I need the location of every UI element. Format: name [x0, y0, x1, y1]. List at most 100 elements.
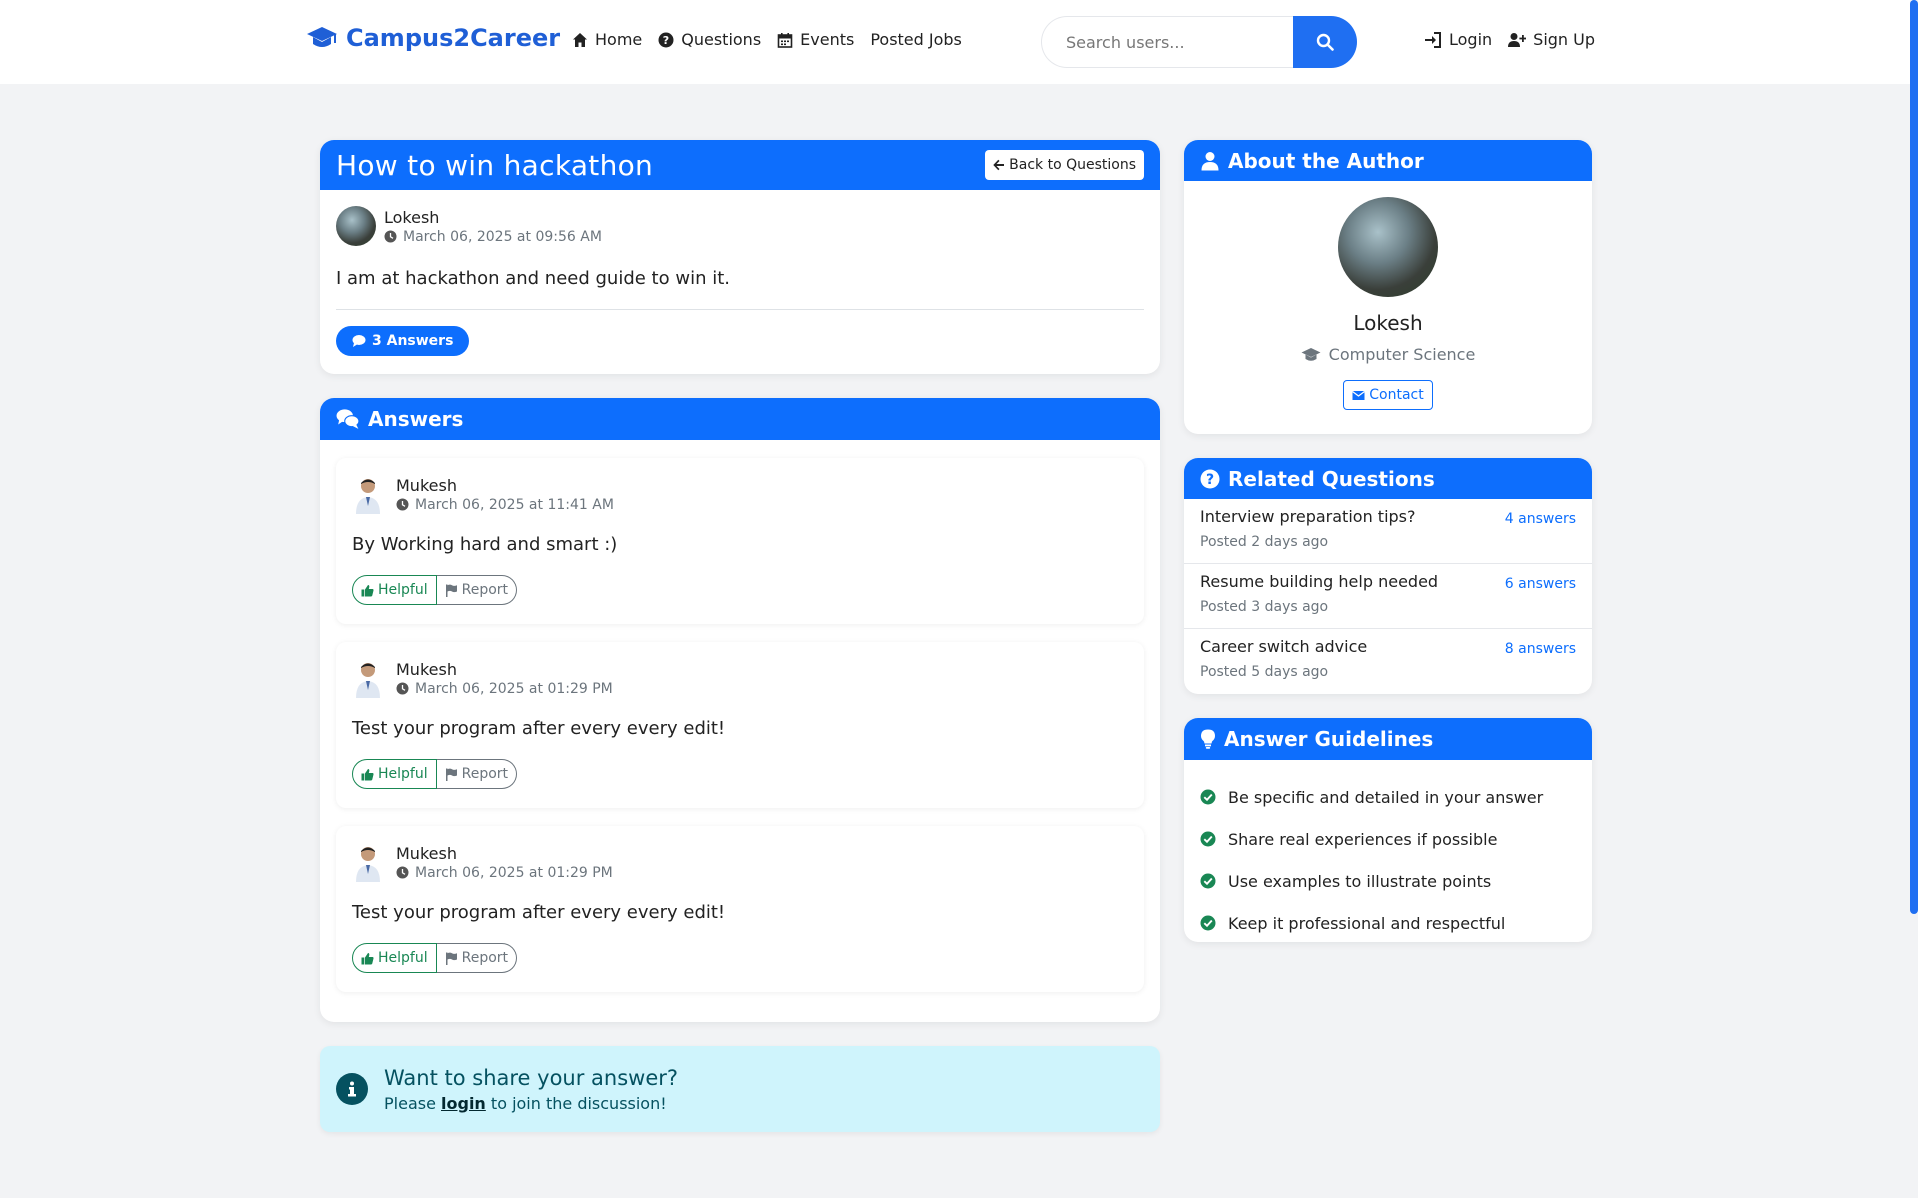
- search-input[interactable]: [1041, 16, 1293, 68]
- nav-home[interactable]: Home: [572, 30, 642, 49]
- clock-icon: [396, 682, 409, 695]
- brand-logo[interactable]: Campus2Career: [306, 24, 560, 52]
- nav-links: Home ? Questions Events Posted Jobs: [572, 30, 962, 49]
- avatar[interactable]: [352, 474, 384, 514]
- answer-count-label: 3 Answers: [372, 333, 454, 349]
- related-question-posted: Posted 2 days ago: [1200, 534, 1329, 550]
- search-button[interactable]: [1293, 16, 1357, 68]
- nav-questions[interactable]: ? Questions: [658, 30, 761, 49]
- user-photo-icon: [356, 847, 380, 882]
- auth-links: Login Sign Up: [1424, 30, 1595, 49]
- guideline-item: Share real experiences if possible: [1200, 818, 1576, 860]
- related-question-item[interactable]: Interview preparation tips? Posted 2 day…: [1184, 499, 1592, 564]
- login-label: Login: [1449, 30, 1493, 49]
- avatar[interactable]: [352, 658, 384, 698]
- related-question-posted: Posted 3 days ago: [1200, 599, 1329, 615]
- answer-item: Mukesh March 06, 2025 at 01:29 PM Test y…: [336, 826, 1144, 992]
- navbar: Campus2Career Home ? Questions Events Po…: [0, 0, 1910, 84]
- check-circle-icon: [1200, 831, 1216, 847]
- question-circle-icon: ?: [1200, 469, 1220, 488]
- answer-actions: Helpful Report: [352, 575, 518, 605]
- search-bar: [1041, 16, 1357, 68]
- related-question-posted: Posted 5 days ago: [1200, 664, 1329, 680]
- nav-questions-label: Questions: [681, 30, 762, 49]
- answer-author[interactable]: Mukesh: [396, 844, 613, 863]
- lightbulb-icon: [1201, 729, 1215, 749]
- date-text: March 06, 2025 at 09:56 AM: [403, 228, 602, 245]
- answer-guidelines-card: Answer Guidelines Be specific and detail…: [1184, 718, 1592, 942]
- home-icon: [573, 32, 587, 47]
- nav-posted-jobs-label: Posted Jobs: [870, 30, 962, 49]
- answer-author[interactable]: Mukesh: [396, 476, 614, 495]
- prompt-after: to join the discussion!: [485, 1093, 667, 1113]
- avatar[interactable]: [352, 842, 384, 882]
- check-circle-icon: [1200, 873, 1216, 889]
- helpful-button[interactable]: Helpful: [352, 575, 437, 605]
- related-question-item[interactable]: Resume building help needed Posted 3 day…: [1184, 564, 1592, 629]
- nav-events[interactable]: Events: [777, 30, 854, 49]
- answer-item: Mukesh March 06, 2025 at 11:41 AM By Wor…: [336, 458, 1144, 624]
- thumbs-up-icon: [361, 768, 374, 780]
- answer-actions: Helpful Report: [352, 759, 518, 789]
- author-card-header: About the Author: [1184, 140, 1592, 181]
- login-prompt-text: Please login to join the discussion!: [384, 1094, 678, 1113]
- back-to-questions-button[interactable]: Back to Questions: [985, 150, 1144, 180]
- user-icon: [1201, 151, 1219, 170]
- report-button[interactable]: Report: [436, 759, 518, 789]
- nav-home-label: Home: [595, 30, 643, 49]
- thumbs-up-icon: [361, 952, 374, 964]
- author-name[interactable]: Lokesh: [384, 208, 602, 227]
- answers-title: Answers: [368, 407, 464, 431]
- related-question-count: 6 answers: [1504, 576, 1576, 592]
- avatar[interactable]: [336, 206, 376, 246]
- clock-icon: [384, 230, 397, 243]
- question-header: How to win hackathon Back to Questions: [320, 140, 1160, 190]
- report-label: Report: [461, 582, 509, 598]
- comments-icon: [336, 409, 360, 429]
- back-label: Back to Questions: [1009, 157, 1136, 173]
- nav-events-label: Events: [800, 30, 855, 49]
- helpful-button[interactable]: Helpful: [352, 759, 437, 789]
- report-button[interactable]: Report: [436, 943, 518, 973]
- graduation-cap-icon: [1301, 347, 1321, 361]
- comment-icon: [352, 335, 366, 347]
- flag-icon: [445, 584, 457, 597]
- author-avatar[interactable]: [1338, 197, 1438, 297]
- related-question-count: 4 answers: [1504, 511, 1576, 527]
- answer-date: March 06, 2025 at 01:29 PM: [415, 680, 613, 697]
- graduation-cap-icon: [307, 27, 337, 47]
- answer-text: By Working hard and smart :): [352, 534, 618, 555]
- search-icon: [1316, 33, 1334, 51]
- svg-text:?: ?: [1206, 472, 1214, 488]
- guidelines-title: Answer Guidelines: [1224, 727, 1434, 751]
- flag-icon: [445, 952, 457, 965]
- envelope-icon: [1352, 390, 1366, 400]
- author-department: Computer Science: [1184, 345, 1592, 364]
- signup-link[interactable]: Sign Up: [1508, 30, 1595, 49]
- signup-label: Sign Up: [1533, 30, 1596, 49]
- answer-actions: Helpful Report: [352, 943, 518, 973]
- author-card: About the Author Lokesh Computer Science…: [1184, 140, 1592, 434]
- answer-item: Mukesh March 06, 2025 at 01:29 PM Test y…: [336, 642, 1144, 808]
- info-icon: [336, 1073, 368, 1105]
- login-link[interactable]: Login: [1424, 30, 1492, 49]
- helpful-label: Helpful: [378, 950, 428, 966]
- answer-text: Test your program after every every edit…: [352, 718, 726, 739]
- related-question-item[interactable]: Career switch advice Posted 5 days ago 8…: [1184, 629, 1592, 694]
- answers-header: Answers: [320, 398, 1160, 440]
- user-plus-icon: [1508, 32, 1527, 47]
- sign-in-icon: [1425, 31, 1441, 48]
- thumbs-up-icon: [361, 584, 374, 596]
- author-card-title: About the Author: [1228, 148, 1424, 173]
- contact-label: Contact: [1369, 387, 1424, 403]
- login-link-inline[interactable]: login: [441, 1094, 486, 1113]
- scrollbar-thumb[interactable]: [1910, 0, 1918, 914]
- contact-button[interactable]: Contact: [1343, 380, 1433, 410]
- report-button[interactable]: Report: [436, 575, 518, 605]
- check-circle-icon: [1200, 789, 1216, 805]
- helpful-button[interactable]: Helpful: [352, 943, 437, 973]
- question-author: Lokesh March 06, 2025 at 09:56 AM: [336, 206, 1144, 246]
- answer-author[interactable]: Mukesh: [396, 660, 613, 679]
- nav-posted-jobs[interactable]: Posted Jobs: [870, 30, 962, 49]
- user-photo-icon: [356, 663, 380, 698]
